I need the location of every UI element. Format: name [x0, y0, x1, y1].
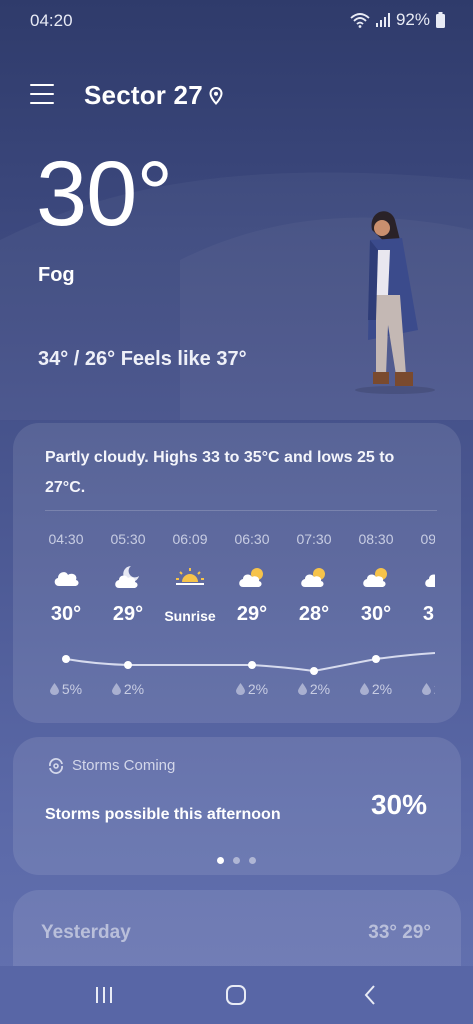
hour-temp: 30° [50, 603, 82, 625]
back-icon [364, 985, 375, 1005]
battery-percent: 92% [395, 10, 430, 29]
forecast-card: Partly cloudy. Highs 33 to 35°C and lows… [13, 423, 461, 723]
cloud-icon [35, 557, 97, 597]
battery-icon [436, 12, 445, 28]
sun-cloud-icon [221, 557, 283, 597]
raindrop-icon [421, 683, 431, 695]
storm-percent: 30% [370, 789, 427, 820]
hour-temp: 29° [236, 603, 268, 625]
hour-column: 08:30 30° [345, 521, 407, 629]
location-name: Sector 27 [84, 80, 203, 110]
hour-column: 06:30 29° [221, 521, 283, 629]
hour-column: 06:09 Sunrise [159, 521, 221, 629]
sun-cloud-icon [345, 557, 407, 597]
menu-icon-line [30, 93, 54, 95]
hour-time: 09:30 [420, 531, 435, 547]
hour-time: 06:30 [234, 531, 270, 547]
yesterday-label: Yesterday [41, 922, 131, 943]
precip-value: 2% [309, 681, 331, 697]
current-condition: Fog [38, 264, 75, 286]
back-button[interactable] [350, 980, 390, 1010]
curve-point [310, 667, 318, 675]
page-dot [233, 857, 240, 864]
raindrop-icon [359, 683, 369, 695]
sun-cloud-icon [407, 557, 435, 597]
location-pin-icon [209, 86, 223, 105]
storm-label: Storms Coming [47, 757, 175, 774]
menu-icon-line [30, 102, 54, 104]
storm-alert-card[interactable]: Storms Coming Storms possible this after… [13, 737, 461, 875]
hour-column: 04:30 30° [35, 521, 97, 629]
storm-description: Storms possible this afternoon [45, 806, 281, 823]
storm-swirl-icon [49, 757, 63, 774]
precip-chance: 2% [97, 681, 159, 697]
weather-screen: 04:20 92% Sector 27 30° Fog 34° / 26° Fe… [0, 0, 473, 1024]
signal-icon [375, 13, 390, 27]
hour-time: 05:30 [110, 531, 146, 547]
hour-time: 04:30 [48, 531, 84, 547]
menu-icon-line [30, 84, 54, 86]
hi-lo-feels-like: 34° / 26° Feels like 37° [38, 348, 247, 370]
hour-time: 06:09 [172, 531, 208, 547]
hour-temp: Sunrise [164, 608, 216, 624]
precip-value: 2% [247, 681, 269, 697]
precip-chance: 2% [345, 681, 407, 697]
precip-chance: 2% [407, 681, 435, 697]
page-dot-active [217, 857, 224, 864]
precip-value: 2% [123, 681, 145, 697]
precip-chance: 5% [35, 681, 97, 697]
moon-cloud-icon [97, 557, 159, 597]
sunrise-icon [159, 557, 221, 597]
hour-time: 08:30 [358, 531, 394, 547]
current-temperature: 30° [36, 143, 173, 245]
status-icons: 92% [350, 10, 445, 30]
precip-chance: 2% [283, 681, 345, 697]
hour-column: 07:30 28° [283, 521, 345, 629]
hour-temp: 30° [360, 603, 392, 625]
recent-apps-button[interactable] [84, 980, 124, 1010]
divider [45, 510, 437, 511]
precip-value: 5% [61, 681, 83, 697]
yesterday-temps: 33° 29° [368, 922, 431, 943]
precip-value: 2% [371, 681, 393, 697]
hour-column: 09:30 31° [407, 521, 435, 629]
curve-point [62, 655, 70, 663]
location-selector[interactable]: Sector 27 [84, 80, 223, 111]
page-dot [249, 857, 256, 864]
status-bar: 04:20 92% [0, 0, 473, 42]
hour-temp: 28° [298, 603, 330, 625]
raindrop-icon [235, 683, 245, 695]
curve-point [248, 661, 256, 669]
home-button[interactable] [216, 980, 256, 1010]
storm-label-text: Storms Coming [72, 757, 176, 774]
wifi-icon [350, 13, 370, 28]
hour-time: 07:30 [296, 531, 332, 547]
hour-temp: 31° [422, 603, 435, 625]
recent-apps-icon [96, 987, 112, 1003]
curve-point [372, 655, 380, 663]
precip-chance: 2% [221, 681, 283, 697]
temperature-curve [62, 652, 435, 675]
menu-button[interactable] [30, 84, 54, 108]
raindrop-icon [49, 683, 59, 695]
status-time: 04:20 [30, 11, 73, 30]
hour-column: 05:30 29° [97, 521, 159, 629]
raindrop-icon [111, 683, 121, 695]
hour-temp: 29° [112, 603, 144, 625]
curve-point [124, 661, 132, 669]
home-icon [226, 985, 246, 1005]
precip-value: 2% [434, 681, 435, 697]
system-nav-bar [0, 966, 473, 1024]
sun-cloud-icon [283, 557, 345, 597]
raindrop-icon [297, 683, 307, 695]
woman-illustration [355, 211, 435, 394]
hourly-forecast[interactable]: 04:30 30° 5% 05:30 29° 2% 06:09 Sunrise … [35, 521, 435, 711]
forecast-summary: Partly cloudy. Highs 33 to 35°C and lows… [45, 449, 395, 496]
page-indicator [217, 857, 256, 864]
